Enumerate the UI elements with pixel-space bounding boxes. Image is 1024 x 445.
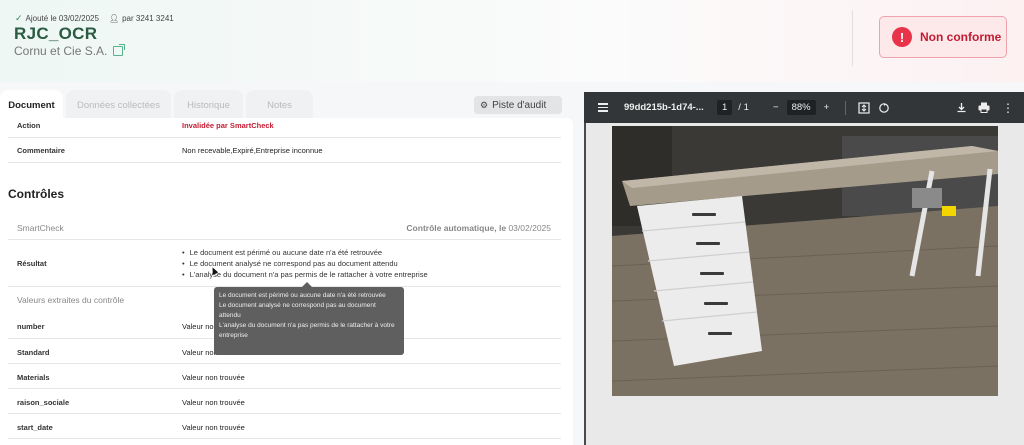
table-row: raison_sociale Valeur non trouvée (8, 389, 561, 414)
zoom-in-icon[interactable]: + (824, 102, 830, 113)
check-icon: ✓ (15, 13, 23, 23)
status-badge: ! Non conforme (879, 16, 1007, 58)
row-commentaire: Commentaire Non recevable,Expiré,Entrepr… (8, 138, 561, 163)
alert-icon: ! (892, 27, 912, 47)
company-name: Cornu et Cie S.A. (14, 44, 108, 58)
page-input[interactable]: 1 (717, 100, 733, 115)
document-title: RJC_OCR (14, 24, 98, 43)
header-divider (852, 10, 853, 66)
audit-icon: ⚙ (480, 99, 489, 110)
zoom-controls: − 88% + (773, 92, 829, 123)
added-info: ✓ Ajouté le 03/02/2025 (15, 13, 99, 23)
document-header: ✓ Ajouté le 03/02/2025 👤︎ par 3241 3241 RJ… (0, 0, 1024, 82)
fit-page-icon[interactable] (858, 92, 870, 123)
pdf-toolbar: 99dd215b-1d74-... 1 / 1 − 88% + ⋮ (584, 92, 1024, 123)
page-indicator: 1 / 1 (717, 92, 749, 123)
tab-donnees-collectees[interactable]: Données collectées (66, 90, 171, 120)
more-options-icon[interactable]: ⋮ (1002, 92, 1014, 123)
document-photo (612, 126, 998, 396)
result-row: Résultat Le document est périmé ou aucun… (8, 240, 561, 287)
print-icon[interactable] (978, 92, 990, 123)
tab-notes[interactable]: Notes (246, 90, 313, 120)
toolbar-divider (845, 101, 846, 115)
menu-icon[interactable] (598, 92, 608, 123)
zoom-out-icon[interactable]: − (773, 102, 779, 113)
result-tooltip: Le document est périmé ou aucune date n'… (214, 282, 404, 355)
result-list: Le document est périmé ou aucune date n'… (182, 247, 428, 280)
viewer-border (584, 123, 586, 445)
list-item: Le document est périmé ou aucune date n'… (182, 247, 428, 258)
tab-historique[interactable]: Historique (174, 90, 243, 120)
pdf-filename: 99dd215b-1d74-... (624, 102, 704, 113)
rotate-icon[interactable] (878, 92, 890, 123)
status-label: Non conforme (920, 30, 1002, 44)
controls-title: Contrôles (8, 187, 65, 201)
pdf-viewer: 99dd215b-1d74-... 1 / 1 − 88% + ⋮ (584, 92, 1024, 445)
author-info: 👤︎ par 3241 3241 (108, 14, 174, 23)
table-row: start_date Valeur non trouvée (8, 414, 561, 439)
audit-trail-button[interactable]: ⚙ Piste d'audit (474, 96, 562, 114)
user-icon: 👤︎ (108, 14, 120, 23)
download-icon[interactable] (956, 92, 967, 123)
company-link[interactable]: Cornu et Cie S.A. (14, 44, 126, 58)
list-item: Le document analysé ne correspond pas au… (182, 258, 428, 269)
table-row: Materials Valeur non trouvée (8, 364, 561, 389)
zoom-level[interactable]: 88% (786, 100, 816, 115)
external-link-icon[interactable] (113, 44, 126, 56)
row-action: Action Invalidée par SmartCheck (8, 118, 561, 138)
list-item: L'analyse du document n'a pas permis de … (182, 269, 428, 280)
meta-line: ✓ Ajouté le 03/02/2025 👤︎ par 3241 3241 (15, 13, 174, 24)
document-panel: Action Invalidée par SmartCheck Commenta… (0, 118, 573, 445)
tab-document[interactable]: Document (0, 90, 63, 120)
extracted-values-title: Valeurs extraites du contrôle (17, 295, 125, 305)
tab-bar: Document Données collectées Historique N… (0, 90, 313, 120)
smartcheck-row: SmartCheck Contrôle automatique, le 03/0… (8, 215, 561, 240)
